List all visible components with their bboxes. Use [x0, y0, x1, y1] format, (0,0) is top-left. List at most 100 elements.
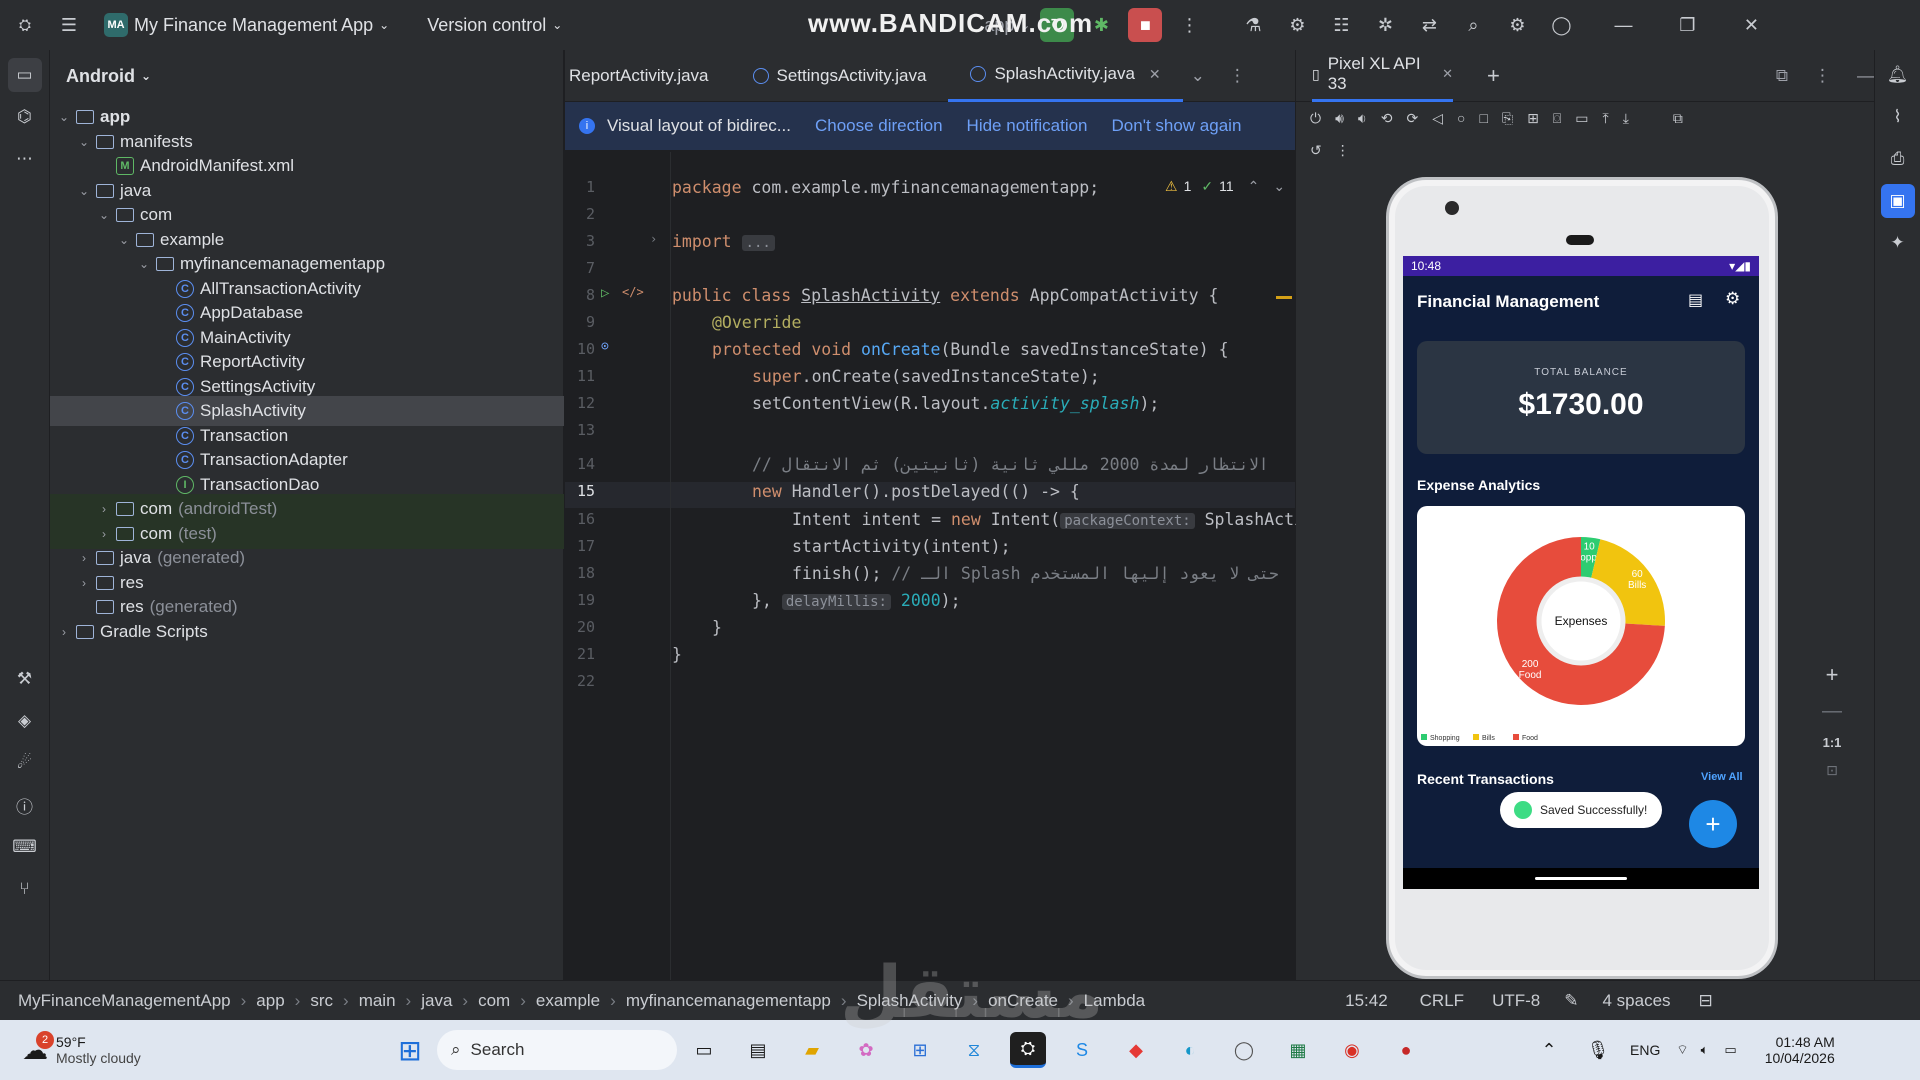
report-icon[interactable]: ▤ — [1688, 290, 1703, 310]
line-separator[interactable]: CRLF — [1420, 991, 1464, 1011]
more-tools-icon[interactable]: ⋯ — [8, 142, 42, 176]
tray-overflow-icon[interactable]: ⌃ — [1531, 1032, 1567, 1068]
zoom-actual-size[interactable]: 1:1 — [1823, 735, 1842, 750]
crumb[interactable]: com — [478, 991, 510, 1011]
file-explorer-icon[interactable]: ▰ — [794, 1032, 830, 1068]
zoom-fit-icon[interactable]: ⊡ — [1826, 762, 1838, 779]
app-inspection-icon[interactable]: ⚙ — [1280, 8, 1314, 42]
android-studio-icon[interactable]: ⛭ — [1010, 1032, 1046, 1068]
more-actions-icon[interactable]: ⋮ — [1172, 8, 1206, 42]
rotate-right-icon[interactable]: ⟳ — [1406, 110, 1418, 127]
edge-icon[interactable]: ◐ — [1172, 1032, 1208, 1068]
weather-widget[interactable]: ☁ 2 59°F Mostly cloudy — [22, 1030, 222, 1066]
chevron-down-icon[interactable]: ⌄ — [1273, 178, 1285, 195]
gradle-elephant-icon[interactable]: ⌇ — [1881, 100, 1915, 134]
overview-icon[interactable]: □ — [1479, 110, 1487, 126]
add-transaction-fab[interactable]: + — [1689, 800, 1737, 848]
rotate-left-icon[interactable]: ⟲ — [1381, 110, 1393, 127]
code-gutter-icon[interactable]: </> — [622, 285, 644, 299]
power-icon[interactable]: ⏻ — [1310, 110, 1321, 127]
dont-show-again-link[interactable]: Don't show again — [1112, 116, 1242, 136]
sync-gradle-icon[interactable]: ⇄ — [1412, 8, 1446, 42]
build-hammer-icon[interactable]: ⚒ — [8, 662, 42, 696]
crumb[interactable]: MyFinanceManagementApp — [18, 991, 231, 1011]
home-icon[interactable]: ○ — [1457, 110, 1465, 126]
battery-icon[interactable]: ▭ — [1724, 1042, 1736, 1058]
upload-icon[interactable]: ⤒ — [1603, 110, 1609, 127]
tab-list-chevron-icon[interactable]: ⌄ — [1191, 66, 1205, 86]
zoom-in-icon[interactable]: + — [1826, 662, 1839, 688]
input-language[interactable]: ENG — [1630, 1042, 1660, 1058]
chevron-down-icon[interactable]: ⌄ — [76, 135, 92, 149]
tree-item[interactable]: › Gradle Scripts — [50, 617, 564, 647]
toolbar-more-icon[interactable]: ⋮ — [1336, 142, 1350, 159]
download-icon[interactable]: ⤓ — [1623, 110, 1629, 127]
resource-manager-icon[interactable]: ⌬ — [8, 100, 42, 134]
lock-icon[interactable]: ⊟ — [1699, 991, 1713, 1011]
run-gutter-icon[interactable]: ▷ — [601, 285, 609, 301]
indent-setting[interactable]: 4 spaces — [1602, 991, 1670, 1011]
zoom-out-icon[interactable]: — — [1822, 700, 1842, 723]
terminal-icon[interactable]: ⌨ — [8, 830, 42, 864]
whatsapp-icon[interactable]: ◯ — [1226, 1032, 1262, 1068]
problems-icon[interactable]: ⓘ — [8, 788, 42, 822]
stop-button[interactable]: ■ — [1128, 8, 1163, 42]
chevron-right-icon[interactable]: › — [96, 527, 112, 541]
chevron-up-icon[interactable]: ⌃ — [1248, 178, 1260, 195]
task-view-icon[interactable]: ▭ — [686, 1032, 722, 1068]
store-icon[interactable]: ⊞ — [902, 1032, 938, 1068]
start-windows-icon[interactable]: ⊞ — [392, 1032, 428, 1068]
mirror-icon[interactable]: ⧉ — [1673, 110, 1683, 127]
copilot-icon[interactable]: ✿ — [848, 1032, 884, 1068]
gemini-icon[interactable]: ✦ — [1881, 226, 1915, 260]
gradle-icon[interactable]: ◈ — [8, 704, 42, 738]
chevron-down-icon[interactable]: ⌄ — [56, 110, 72, 124]
panel-more-icon[interactable]: ⋮ — [1814, 66, 1831, 86]
notifications-icon[interactable]: 🔔︎ — [1881, 58, 1915, 92]
profiler-icon[interactable]: ⚗ — [1236, 8, 1270, 42]
readonly-toggle-icon[interactable]: ✎ — [1564, 991, 1578, 1011]
reset-icon[interactable]: ↺ — [1310, 142, 1322, 159]
device-tab[interactable]: ▯ Pixel XL API 33 ✕ — [1312, 50, 1453, 102]
tab-more-icon[interactable]: ⋮ — [1229, 66, 1246, 86]
chevron-right-icon[interactable]: › — [96, 502, 112, 516]
vscode-icon[interactable]: ⧖ — [956, 1032, 992, 1068]
caret-position[interactable]: 15:42 — [1345, 991, 1388, 1011]
expense-donut-chart[interactable]: 10Shopping60Bills200FoodExpensesShopping… — [1417, 506, 1745, 746]
project-view-selector[interactable]: Android ⌄ — [50, 50, 563, 102]
bandicam-record-icon[interactable]: ● — [1388, 1032, 1424, 1068]
tab-settings-activity[interactable]: SettingsActivity.java — [731, 50, 949, 102]
override-gutter-icon[interactable]: ⊙ — [601, 339, 609, 354]
volume-down-icon[interactable]: 🔉︎ — [1358, 110, 1367, 127]
anydesk-icon[interactable]: ◆ — [1118, 1032, 1154, 1068]
choose-direction-link[interactable]: Choose direction — [815, 116, 943, 136]
folded-imports[interactable]: ... — [741, 235, 775, 251]
inspection-widget[interactable]: ⚠ 1 ✓ 11 ⌃ ⌄ — [1165, 178, 1285, 195]
screen-record-icon[interactable]: ▭ — [1575, 110, 1588, 127]
view-all-link[interactable]: View All — [1701, 771, 1743, 783]
project-selector[interactable]: MA My Finance Management App ⌄ — [104, 13, 389, 37]
code-area[interactable]: 1 2 3 7 8 9 10 11 12 13 14 15 16 17 18 1… — [565, 152, 1304, 1080]
settings-icon[interactable]: ⚙ — [1725, 289, 1740, 309]
minimize-window-icon[interactable]: — — [1606, 8, 1640, 42]
close-tab-icon[interactable]: ✕ — [1149, 66, 1161, 83]
vcs-selector[interactable]: Version control ⌄ — [427, 15, 562, 36]
back-icon[interactable]: ◁ — [1432, 110, 1443, 127]
hide-notification-link[interactable]: Hide notification — [967, 116, 1088, 136]
attach-debugger-icon[interactable]: ✲ — [1368, 8, 1402, 42]
chevron-right-icon[interactable]: › — [56, 625, 72, 639]
running-devices-icon[interactable]: ▣ — [1880, 184, 1915, 218]
wifi-icon[interactable]: ⌔ — [1676, 1042, 1688, 1058]
crumb[interactable]: src — [310, 991, 333, 1011]
account-icon[interactable]: ◯ — [1544, 8, 1578, 42]
crumb[interactable]: java — [421, 991, 452, 1011]
chevron-down-icon[interactable]: ⌄ — [96, 208, 112, 222]
chevron-down-icon[interactable]: ⌄ — [116, 233, 132, 247]
device-file-explorer-icon[interactable]: ⎙ — [1881, 142, 1915, 176]
chrome-icon[interactable]: ◉ — [1334, 1032, 1370, 1068]
crumb[interactable]: main — [359, 991, 396, 1011]
device-manager-icon[interactable]: ☷ — [1324, 8, 1358, 42]
chevron-down-icon[interactable]: ⌄ — [136, 257, 152, 271]
snapshot-icon[interactable]: ⎘ — [1502, 110, 1513, 127]
chevron-down-icon[interactable]: ⌄ — [76, 184, 92, 198]
